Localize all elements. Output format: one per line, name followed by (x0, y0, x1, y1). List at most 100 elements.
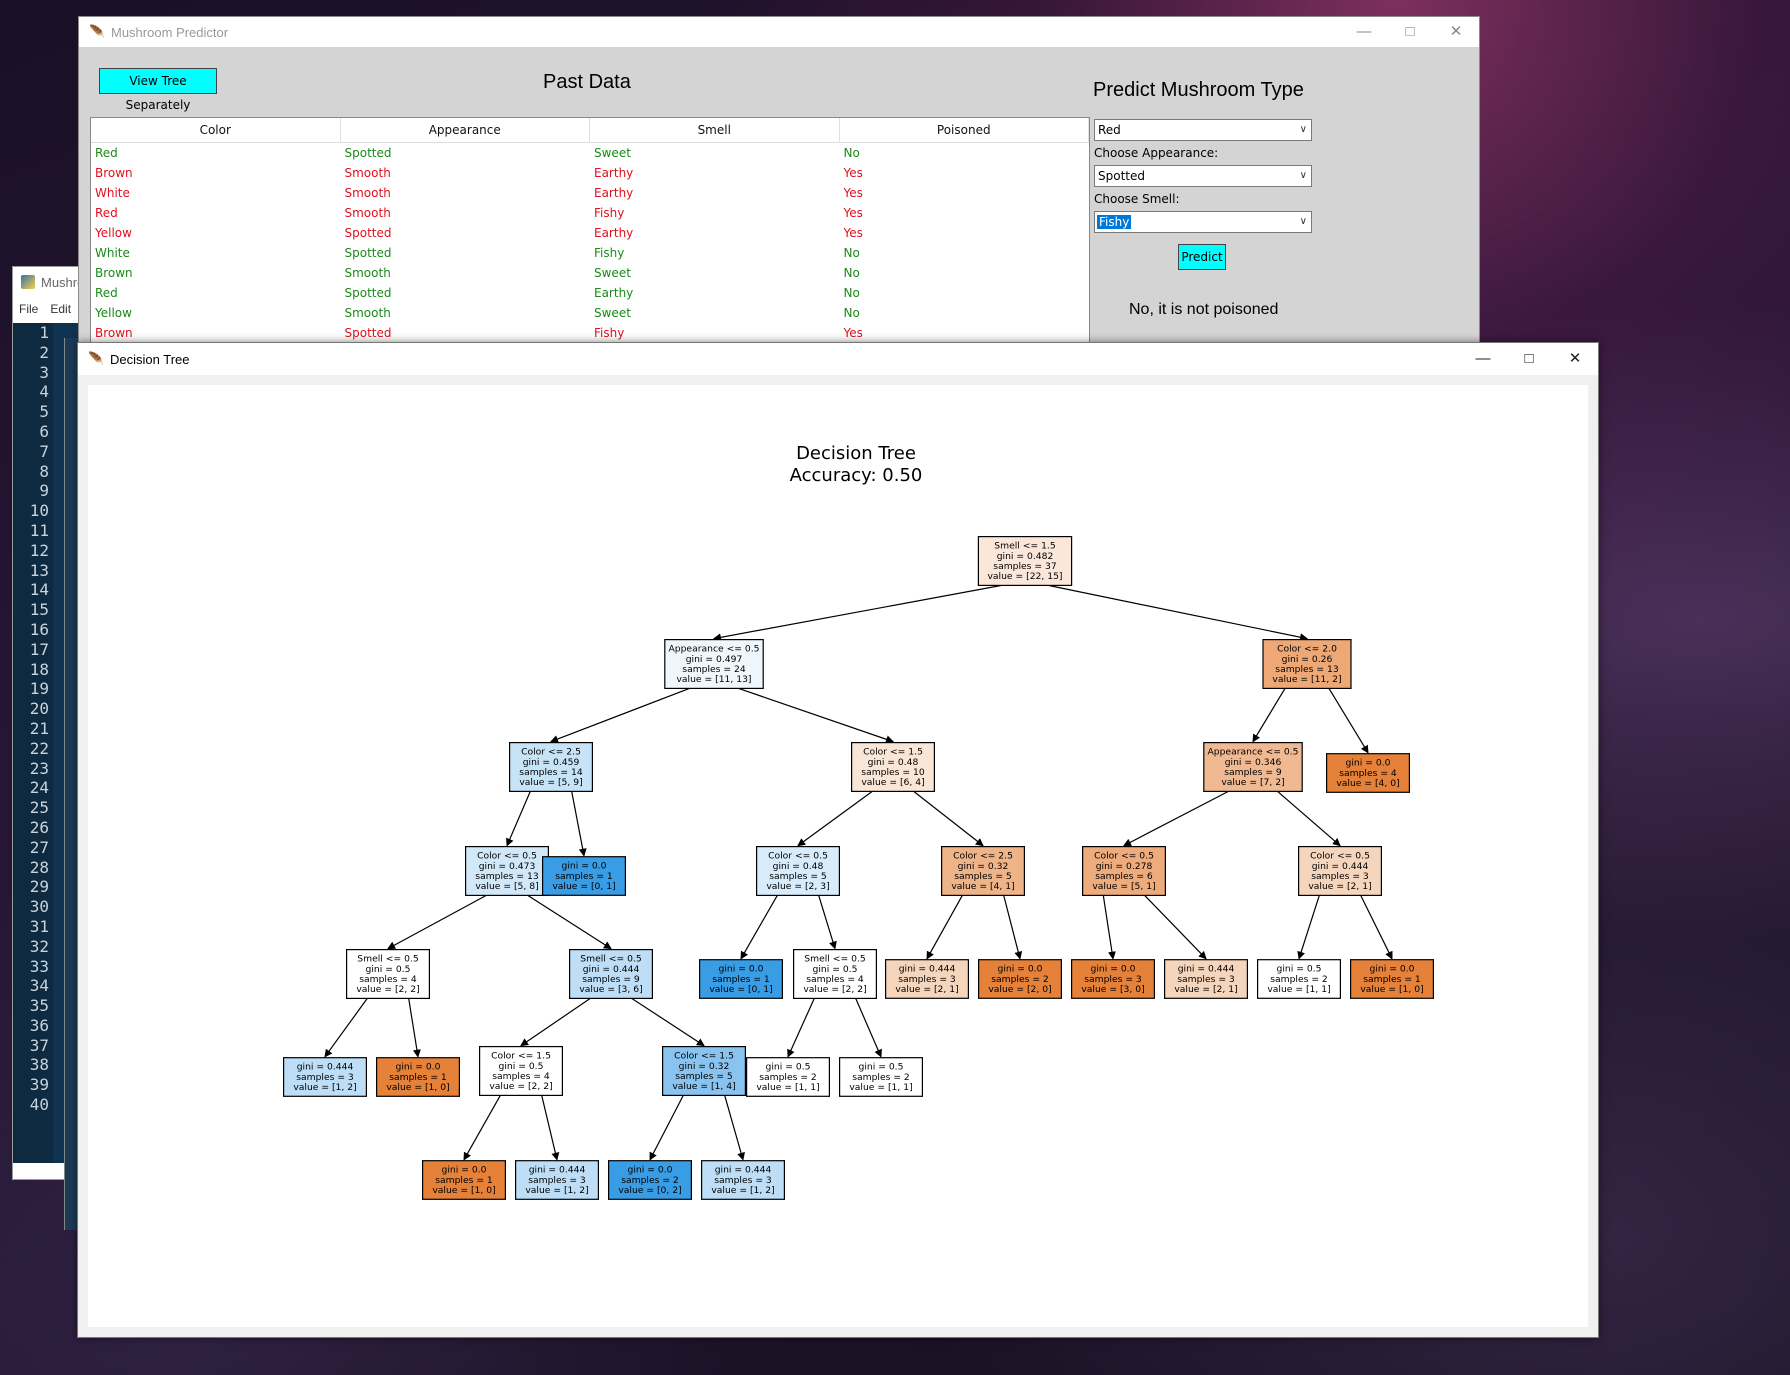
tree-edge (1297, 895, 1320, 960)
maximize-icon[interactable]: □ (1387, 17, 1433, 47)
tree-node-label: value = [5, 8] (475, 881, 538, 892)
feather-icon: 🪶 (88, 351, 105, 366)
decision-tree-window[interactable]: 🪶 Decision Tree — □ ✕ Decision Tree Accu… (77, 342, 1599, 1338)
table-cell: Red (95, 146, 118, 160)
tree-edge (463, 1095, 501, 1161)
line-number: 12 (29, 540, 49, 560)
tree-edge (520, 997, 591, 1047)
tree-node-label: value = [5, 9] (519, 777, 582, 788)
tree-node-label: value = [22, 15] (987, 571, 1062, 582)
tree-node: Color <= 2.0gini = 0.26samples = 13value… (1262, 639, 1352, 690)
prediction-result: No, it is not poisoned (1129, 301, 1279, 318)
line-number-gutter: 1 2 3 4 5 6 7 8 9 10 11 12 13 14 15 16 17 18 19 20 21 22 23 24 2… (13, 323, 53, 1163)
line-number: 11 (29, 520, 49, 540)
table-cell: Sweet (594, 266, 631, 280)
mushroom-predictor-window[interactable]: 🪶 Mushroom Predictor — □ ✕ View Tree Sep… (78, 16, 1480, 348)
table-row[interactable]: Yellow Smooth Sweet No (91, 303, 1089, 323)
tree-node-label: value = [3, 0] (1081, 984, 1144, 995)
line-number: 5 (39, 402, 49, 422)
python-icon (21, 275, 35, 289)
tree-node: Color <= 2.5gini = 0.459samples = 14valu… (509, 742, 594, 793)
line-number: 19 (29, 679, 49, 699)
tree-node: Color <= 1.5gini = 0.48samples = 10value… (850, 742, 935, 793)
table-cell: Smooth (344, 306, 391, 320)
line-number: 9 (39, 481, 49, 501)
tree-edge (571, 791, 587, 857)
table-row[interactable]: Brown Smooth Earthy Yes (91, 163, 1089, 183)
color-select[interactable]: Red ∨ (1094, 119, 1312, 141)
table-cell: Earthy (594, 166, 634, 180)
minimize-icon[interactable]: — (1460, 343, 1506, 373)
tree-edge (740, 895, 778, 960)
appearance-select[interactable]: Spotted ∨ (1094, 165, 1312, 187)
table-cell: Yes (843, 166, 863, 180)
tree-edge (926, 895, 963, 960)
line-number: 14 (29, 580, 49, 600)
tree-node: Smell <= 0.5gini = 0.444samples = 9value… (569, 948, 654, 999)
table-cell: Smooth (344, 266, 391, 280)
table-row[interactable]: White Smooth Earthy Yes (91, 183, 1089, 203)
line-number: 34 (29, 976, 49, 996)
table-cell: Yes (843, 226, 863, 240)
view-tree-button[interactable]: View Tree Separately (99, 68, 217, 112)
tree-edge (913, 790, 984, 847)
tree-edge (724, 1095, 745, 1161)
table-row[interactable]: Brown Spotted Fishy Yes (91, 323, 1089, 343)
tree-node-label: value = [5, 1] (1092, 881, 1155, 892)
table-row[interactable]: Red Smooth Fishy Yes (91, 203, 1089, 223)
tree-node: Color <= 2.5gini = 0.32samples = 5value … (940, 846, 1025, 897)
tree-window-controls: — □ ✕ (1460, 343, 1598, 373)
line-number: 24 (29, 778, 49, 798)
line-number: 4 (39, 382, 49, 402)
column-header-appearance[interactable]: Appearance (341, 118, 590, 142)
tree-node: Appearance <= 0.5gini = 0.346samples = 9… (1203, 742, 1303, 793)
table-row[interactable]: Brown Smooth Sweet No (91, 263, 1089, 283)
table-cell: Smooth (344, 206, 391, 220)
table-row[interactable]: Red Spotted Earthy No (91, 283, 1089, 303)
table-cell: Yes (843, 326, 863, 340)
column-header-poisoned[interactable]: Poisoned (840, 118, 1089, 142)
line-number: 22 (29, 738, 49, 758)
tree-node: gini = 0.5samples = 2value = [1, 1] (1256, 959, 1341, 999)
past-data-table[interactable]: Color Appearance Smell Poisoned Red Spott… (90, 117, 1090, 347)
table-cell: Yes (843, 186, 863, 200)
tree-edge (1102, 895, 1116, 960)
table-row[interactable]: White Spotted Fishy No (91, 243, 1089, 263)
column-header-color[interactable]: Color (91, 118, 341, 142)
line-number: 26 (29, 817, 49, 837)
table-row[interactable]: Yellow Spotted Earthy Yes (91, 223, 1089, 243)
table-cell: Red (95, 206, 118, 220)
tree-edge (649, 1095, 684, 1161)
tree-node-label: value = [0, 2] (618, 1185, 681, 1196)
close-icon[interactable]: ✕ (1433, 17, 1479, 47)
close-icon[interactable]: ✕ (1552, 343, 1598, 373)
predict-title: Predict Mushroom Type (1093, 79, 1304, 101)
table-header: Color Appearance Smell Poisoned (91, 118, 1089, 143)
tree-edge (1252, 688, 1286, 743)
line-number: 35 (29, 996, 49, 1016)
table-cell: Earthy (594, 186, 634, 200)
tree-edge (1328, 688, 1369, 754)
tree-edge (1360, 895, 1393, 960)
tree-edge (408, 998, 421, 1058)
smell-select-value: Fishy (1097, 215, 1132, 229)
line-number: 25 (29, 798, 49, 818)
tree-node-label: value = [1, 4] (672, 1081, 735, 1092)
tree-node-label: value = [11, 2] (1272, 674, 1341, 685)
tree-edge (1003, 895, 1023, 960)
tree-node: gini = 0.0samples = 1value = [0, 1] (542, 856, 627, 896)
column-header-smell[interactable]: Smell (590, 118, 840, 142)
maximize-icon[interactable]: □ (1506, 343, 1552, 373)
tree-node: Smell <= 0.5gini = 0.5samples = 4value =… (792, 948, 877, 999)
tree-node-label: value = [2, 0] (988, 984, 1051, 995)
predict-button[interactable]: Predict (1178, 244, 1226, 270)
smell-select[interactable]: Fishy ∨ (1094, 211, 1312, 233)
table-row[interactable]: Red Spotted Sweet No (91, 143, 1089, 163)
tree-node: gini = 0.444samples = 3value = [1, 2] (515, 1160, 600, 1200)
table-cell: Earthy (594, 226, 634, 240)
line-number: 36 (29, 1015, 49, 1035)
menu-edit[interactable]: Edit (50, 302, 71, 316)
tree-edge (631, 997, 705, 1047)
menu-file[interactable]: File (19, 302, 38, 316)
minimize-icon[interactable]: — (1341, 17, 1387, 47)
